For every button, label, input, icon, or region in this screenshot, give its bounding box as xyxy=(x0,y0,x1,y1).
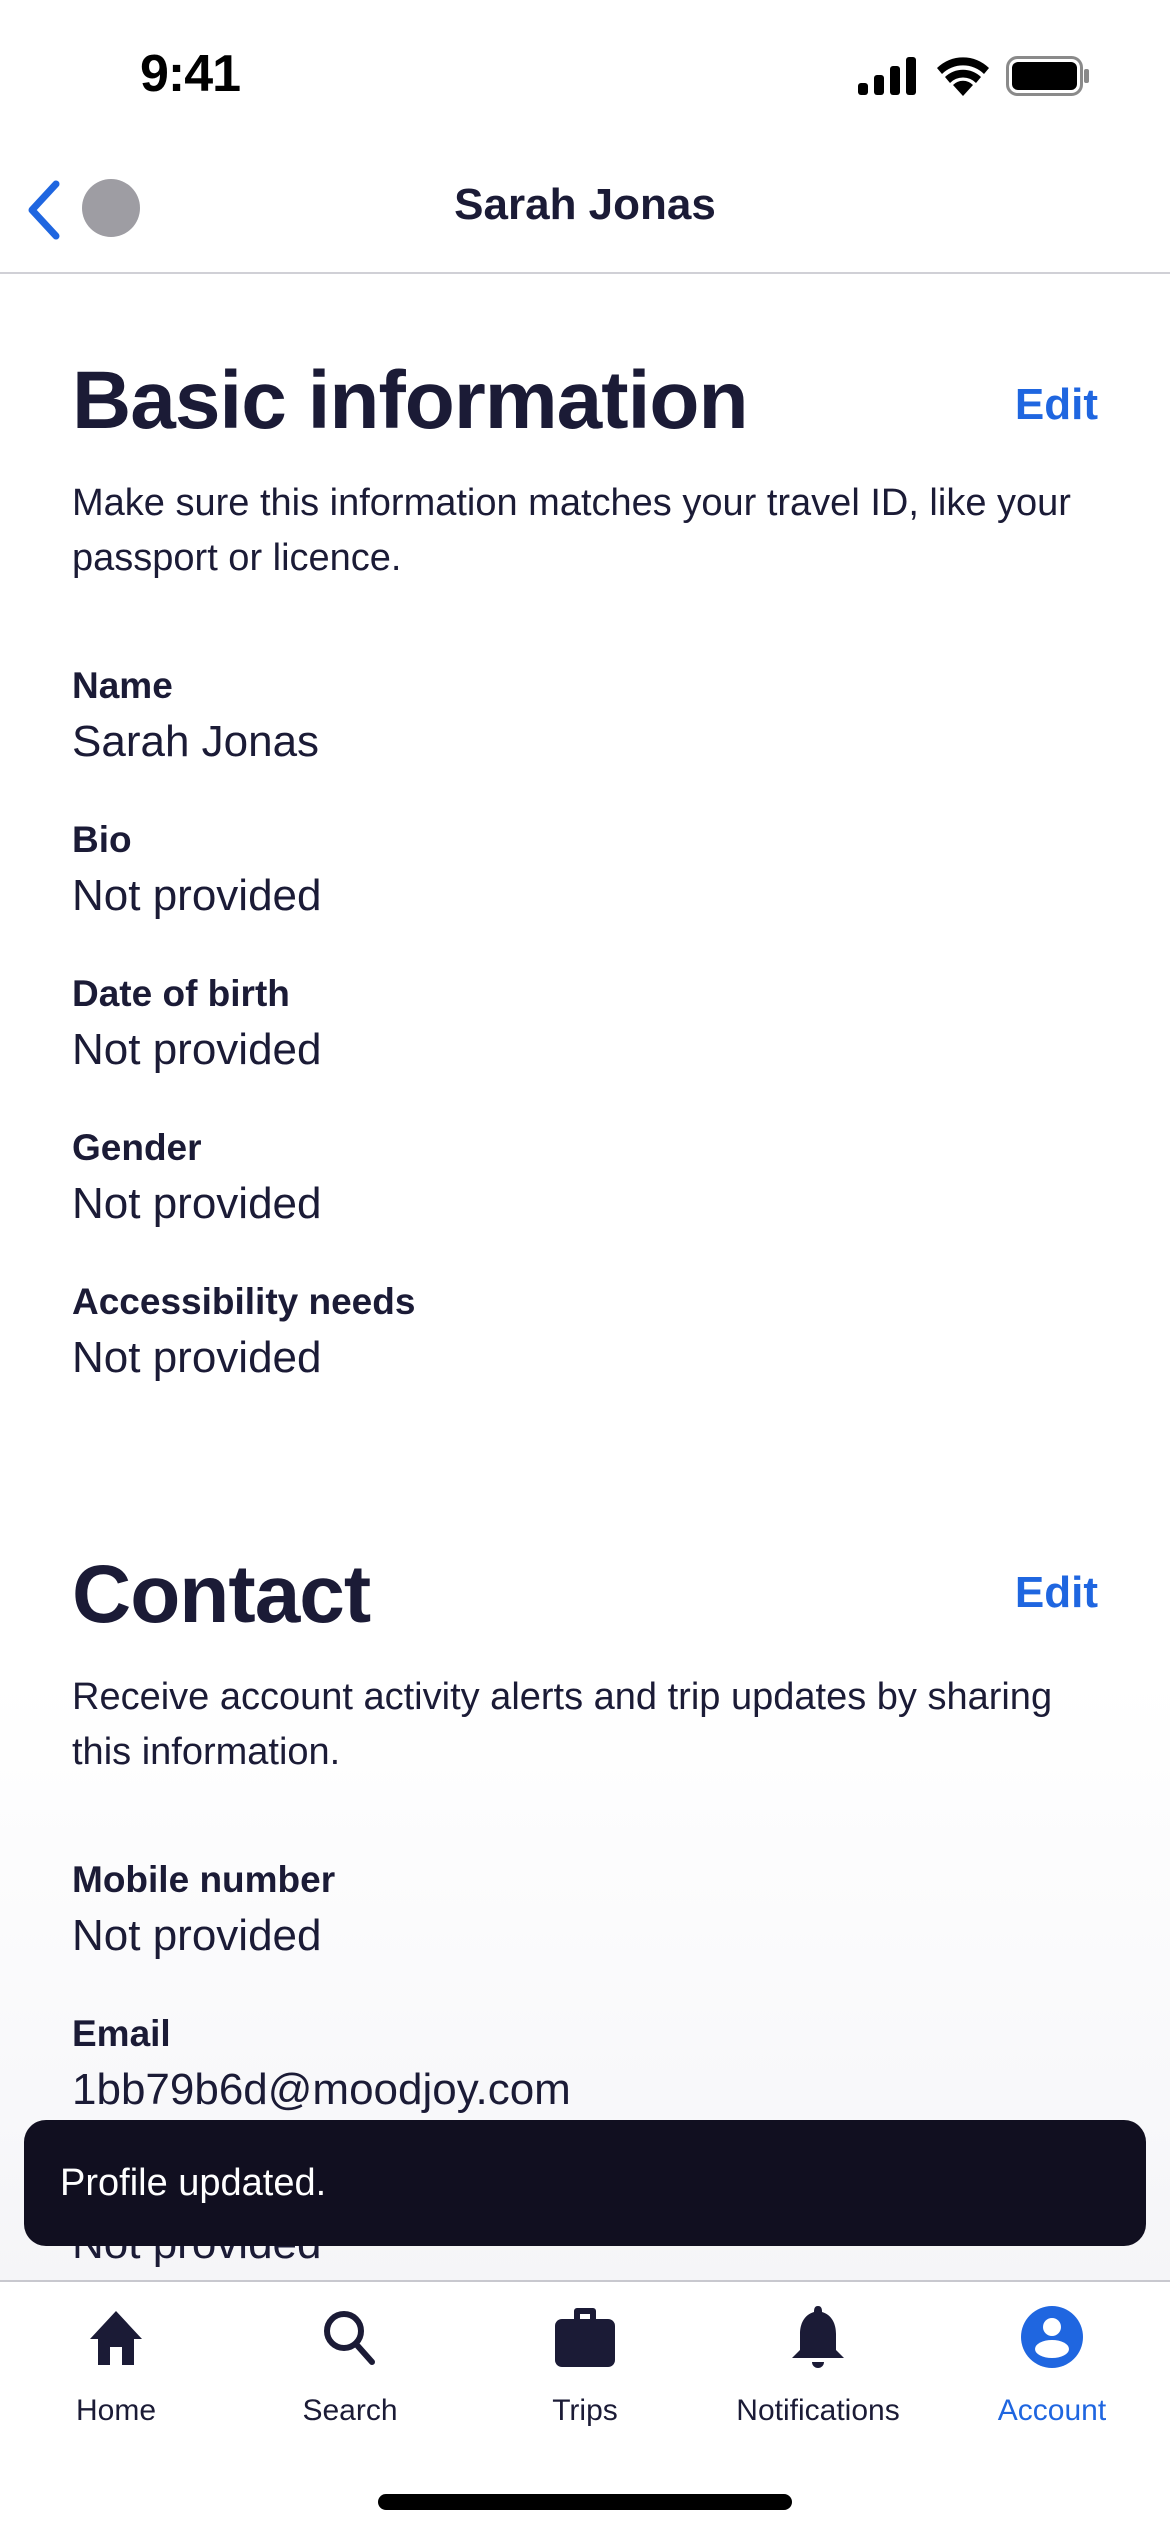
home-indicator[interactable] xyxy=(378,2494,792,2510)
field-date-of-birth: Date of birth Not provided xyxy=(72,972,321,1078)
basic-information-section: Basic information Edit Make sure this in… xyxy=(72,360,1098,586)
field-value: Not provided xyxy=(72,871,322,920)
section-description: Receive account activity alerts and trip… xyxy=(72,1676,1053,1773)
field-value: 1bb79b6d@moodjoy.com xyxy=(72,2065,571,2114)
section-title: Contact xyxy=(72,1549,371,1640)
tab-label: Account xyxy=(997,2394,1107,2427)
field-label: Mobile number xyxy=(72,1859,336,1900)
tab-label: Home xyxy=(75,2394,157,2427)
briefcase-icon xyxy=(555,2308,615,2367)
tab-notifications[interactable]: Notifications xyxy=(718,2302,918,2452)
tab-trips[interactable]: Trips xyxy=(485,2302,685,2452)
page-title: Sarah Jonas xyxy=(454,180,716,229)
field-gender: Gender Not provided xyxy=(72,1126,321,1232)
battery-icon xyxy=(1006,56,1089,96)
status-time: 9:41 xyxy=(140,45,241,103)
toast-notification: Profile updated. xyxy=(24,2120,1146,2246)
field-email: Email 1bb79b6d@moodjoy.com xyxy=(72,2012,571,2118)
cellular-signal-icon xyxy=(858,57,916,95)
contact-section: Contact Edit Receive account activity al… xyxy=(72,1554,1098,1780)
nav-header: Sarah Jonas xyxy=(0,150,1170,274)
tab-search[interactable]: Search xyxy=(250,2302,450,2452)
home-icon xyxy=(90,2311,142,2365)
edit-contact-button[interactable]: Edit xyxy=(1015,1568,1098,1618)
section-title: Basic information xyxy=(72,355,749,446)
field-value: Not provided xyxy=(72,1179,322,1228)
tab-label: Search xyxy=(302,2394,398,2427)
field-accessibility-needs: Accessibility needs Not provided xyxy=(72,1280,415,1386)
field-value: Not provided xyxy=(72,1911,322,1960)
field-value: Sarah Jonas xyxy=(72,717,320,766)
bell-icon xyxy=(792,2306,844,2368)
basic-information-fields: Name Sarah Jonas Bio Not provided Date o… xyxy=(72,664,1098,1664)
profile-content[interactable]: Basic information Edit Make sure this in… xyxy=(0,276,1170,2280)
tab-label: Trips xyxy=(552,2394,618,2427)
tab-account[interactable]: Account xyxy=(952,2302,1152,2452)
section-description: Make sure this information matches your … xyxy=(72,482,1071,579)
field-value: Not provided xyxy=(72,1333,322,1382)
field-label: Email xyxy=(72,2013,171,2054)
field-label: Gender xyxy=(72,1127,202,1168)
edit-basic-info-button[interactable]: Edit xyxy=(1015,380,1098,430)
wifi-icon xyxy=(937,57,989,96)
field-label: Name xyxy=(72,665,173,706)
field-label: Bio xyxy=(72,819,132,860)
field-label: Accessibility needs xyxy=(72,1281,416,1322)
field-label: Date of birth xyxy=(72,973,290,1014)
tab-home[interactable]: Home xyxy=(16,2302,216,2452)
status-bar: 9:41 xyxy=(0,0,1170,150)
status-icons xyxy=(858,56,1090,96)
toast-message: Profile updated. xyxy=(60,2161,327,2204)
field-name: Name Sarah Jonas xyxy=(72,664,319,770)
tab-label: Notifications xyxy=(736,2394,900,2427)
account-icon xyxy=(1021,2306,1083,2368)
field-mobile-number: Mobile number Not provided xyxy=(72,1858,335,1964)
search-icon xyxy=(324,2311,375,2365)
field-value: Not provided xyxy=(72,1025,322,1074)
field-bio: Bio Not provided xyxy=(72,818,321,924)
